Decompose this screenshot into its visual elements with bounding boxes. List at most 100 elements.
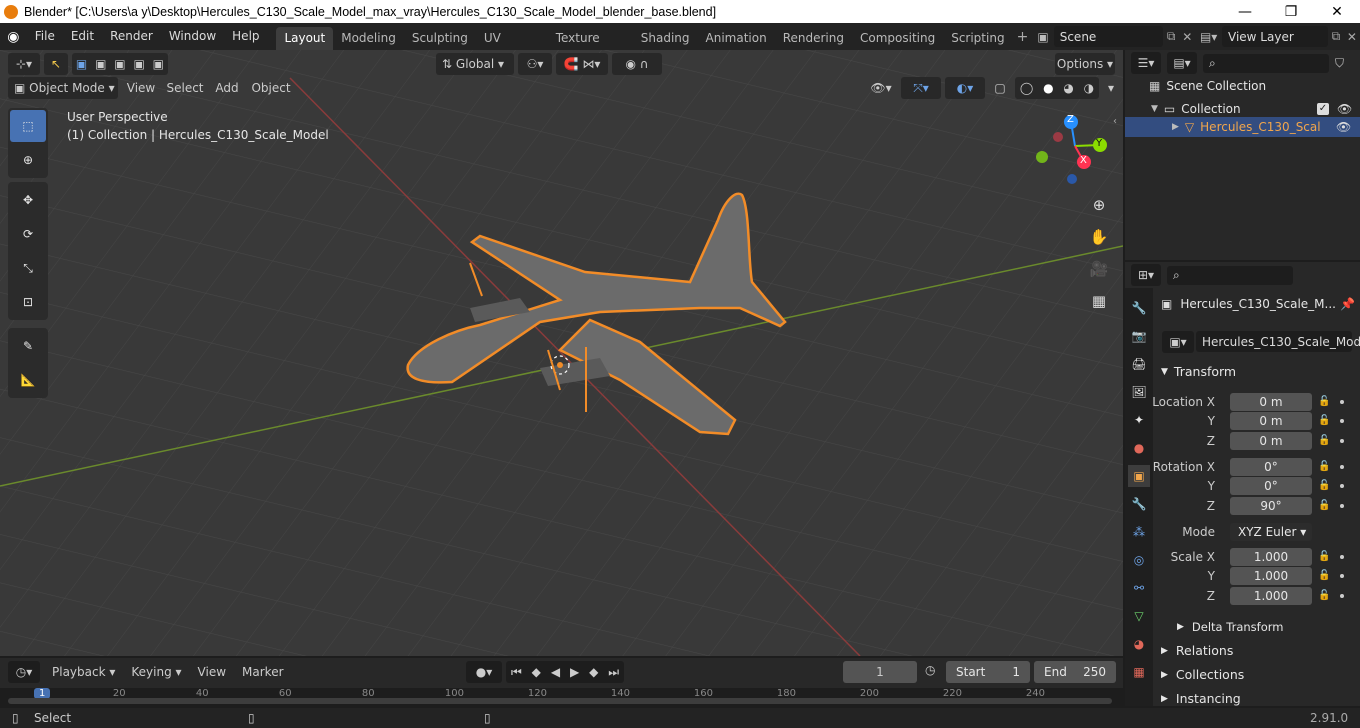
- scale-z-field[interactable]: 1.000: [1230, 587, 1312, 605]
- add-workspace-icon[interactable]: +: [1017, 29, 1029, 45]
- delta-transform-subpanel[interactable]: ▶ Delta Transform: [1177, 620, 1283, 634]
- tab-compositing[interactable]: Compositing: [852, 27, 943, 50]
- auto-keying-icon[interactable]: ●▾: [466, 661, 502, 683]
- material-tab-icon[interactable]: ◕: [1128, 633, 1150, 655]
- output-tab-icon[interactable]: 🖨: [1128, 353, 1150, 375]
- wireframe-shading-icon[interactable]: ◯: [1020, 81, 1033, 95]
- pan-hand-icon[interactable]: ✋: [1086, 224, 1112, 250]
- delete-scene-icon[interactable]: ✕: [1179, 30, 1195, 44]
- solid-shading-icon[interactable]: ●: [1043, 81, 1053, 95]
- tool-tab-icon[interactable]: 🔧: [1128, 297, 1150, 319]
- scene-browse-icon[interactable]: ▣: [1032, 26, 1053, 47]
- display-mode-icon[interactable]: ▤▾: [1167, 52, 1197, 74]
- menu-view[interactable]: View: [122, 77, 160, 99]
- keyframe-dot[interactable]: [1340, 555, 1344, 559]
- object-browse-icon[interactable]: ▣▾: [1162, 331, 1194, 353]
- proportional-edit-icon[interactable]: ◉ ∩: [612, 53, 662, 75]
- rotation-z-field[interactable]: 90°: [1230, 497, 1312, 515]
- keyframe-dot[interactable]: [1340, 439, 1344, 443]
- cursor-tool-icon[interactable]: ⊕: [10, 144, 46, 176]
- instancing-panel-header[interactable]: ▶ Instancing: [1161, 691, 1241, 706]
- close-button[interactable]: ✕: [1314, 0, 1360, 23]
- lock-icon[interactable]: 🔓: [1318, 415, 1332, 427]
- keying-menu[interactable]: Keying ▾: [127, 661, 185, 683]
- scene-selector[interactable]: Scene: [1053, 26, 1164, 47]
- menu-select[interactable]: Select: [164, 77, 206, 99]
- select-extend-icon[interactable]: ▣: [95, 57, 106, 71]
- collections-panel-header[interactable]: ▶ Collections: [1161, 667, 1244, 682]
- keyframe-dot[interactable]: [1340, 574, 1344, 578]
- blender-menu-icon[interactable]: ◉: [0, 29, 27, 45]
- keyframe-dot[interactable]: [1340, 400, 1344, 404]
- tab-uv-editing[interactable]: UV Editing: [476, 27, 548, 68]
- measure-tool-icon[interactable]: 📐: [10, 364, 46, 396]
- menu-add[interactable]: Add: [210, 77, 244, 99]
- tab-rendering[interactable]: Rendering: [775, 27, 852, 50]
- new-view-layer-icon[interactable]: ⧉: [1328, 29, 1344, 44]
- jump-end-icon[interactable]: ⏭: [608, 665, 619, 680]
- next-keyframe-icon[interactable]: ◆: [589, 665, 598, 679]
- options-dropdown[interactable]: Options ▾: [1055, 53, 1115, 75]
- xray-icon[interactable]: ▢: [989, 77, 1011, 99]
- view-layer-browse-icon[interactable]: ▤▾: [1195, 30, 1222, 44]
- marker-menu[interactable]: Marker: [238, 661, 287, 683]
- navigation-gizmo[interactable]: Z Y X: [1030, 112, 1118, 192]
- timeline-editor-type-icon[interactable]: ◷▾: [8, 661, 40, 683]
- keyframe-dot[interactable]: [1340, 465, 1344, 469]
- maximize-button[interactable]: ❐: [1268, 0, 1314, 23]
- ortho-grid-icon[interactable]: ▦: [1086, 288, 1112, 314]
- annotate-tool-icon[interactable]: ✎: [10, 330, 46, 362]
- mode-dropdown[interactable]: ▣ Object Mode ▾: [8, 77, 118, 99]
- menu-object[interactable]: Object: [248, 77, 294, 99]
- play-reverse-icon[interactable]: ◀: [551, 665, 560, 679]
- scale-y-field[interactable]: 1.000: [1230, 567, 1312, 585]
- shading-options-icon[interactable]: ▾: [1103, 77, 1119, 99]
- lock-icon[interactable]: 🔓: [1318, 480, 1332, 492]
- expand-arrow-icon[interactable]: ▶: [1172, 122, 1179, 132]
- keyframe-dot[interactable]: [1340, 419, 1344, 423]
- tab-modeling[interactable]: Modeling: [333, 27, 404, 50]
- select-intersect-icon[interactable]: ▣: [153, 57, 164, 71]
- snap-icon[interactable]: 🧲 ⋈▾: [556, 53, 608, 75]
- timeline-view-menu[interactable]: View: [194, 661, 230, 683]
- tab-texture-paint[interactable]: Texture Paint: [548, 27, 633, 68]
- lock-icon[interactable]: 🔓: [1318, 590, 1332, 602]
- data-tab-icon[interactable]: ▽: [1128, 605, 1150, 627]
- rotation-x-field[interactable]: 0°: [1230, 458, 1312, 476]
- visibility-icon[interactable]: 👁▾: [865, 77, 897, 99]
- delete-view-layer-icon[interactable]: ✕: [1344, 30, 1360, 44]
- lock-icon[interactable]: 🔓: [1318, 551, 1332, 563]
- camera-view-icon[interactable]: 🎥: [1086, 256, 1112, 282]
- lock-icon[interactable]: 🔓: [1318, 570, 1332, 582]
- keyframe-dot[interactable]: [1340, 594, 1344, 598]
- clock-icon[interactable]: ◷: [925, 663, 935, 677]
- location-z-field[interactable]: 0 m: [1230, 432, 1312, 450]
- pin-icon[interactable]: 📌: [1340, 297, 1355, 311]
- outliner-editor-type-icon[interactable]: ☰▾: [1131, 52, 1161, 74]
- orientation-dropdown[interactable]: ⇅ Global ▾: [436, 53, 514, 75]
- outliner-row-collection[interactable]: ▼ ▭ Collection ✓ 👁: [1151, 99, 1360, 119]
- playback-menu[interactable]: Playback ▾: [48, 661, 119, 683]
- outliner-search-input[interactable]: ⌕: [1203, 53, 1329, 73]
- rotate-tool-icon[interactable]: ⟳: [10, 218, 46, 250]
- keyframe-dot[interactable]: [1340, 484, 1344, 488]
- 3d-viewport[interactable]: ⊹▾ ↖ ▣ ▣ ▣ ▣ ▣ ⇅ Global ▾ ⚇▾ 🧲 ⋈▾ ◉ ∩ Option…: [0, 50, 1123, 656]
- minimize-button[interactable]: —: [1222, 0, 1268, 23]
- filter-icon[interactable]: ⛉: [1335, 56, 1344, 71]
- zoom-icon[interactable]: ⊕: [1086, 192, 1112, 218]
- current-frame-field[interactable]: 1: [843, 661, 917, 683]
- rotation-mode-dropdown[interactable]: XYZ Euler ▾: [1230, 523, 1312, 541]
- shading-mode-icons[interactable]: ◯ ● ◕ ◑: [1015, 77, 1099, 99]
- rendered-shading-icon[interactable]: ◑: [1084, 81, 1094, 95]
- menu-window[interactable]: Window: [161, 23, 224, 50]
- tab-scripting[interactable]: Scripting: [943, 27, 1012, 50]
- editor-type-icon[interactable]: ⊹▾: [8, 53, 40, 75]
- pivot-icon[interactable]: ⚇▾: [518, 53, 552, 75]
- rotation-y-field[interactable]: 0°: [1230, 477, 1312, 495]
- lock-icon[interactable]: 🔓: [1318, 435, 1332, 447]
- tab-animation[interactable]: Animation: [698, 27, 775, 50]
- play-icon[interactable]: ▶: [570, 665, 579, 679]
- select-mode-icons[interactable]: ▣ ▣ ▣ ▣ ▣: [72, 53, 168, 75]
- select-box-tool-icon[interactable]: ⬚: [10, 110, 46, 142]
- overlay-toggle-icon[interactable]: ◐▾: [945, 77, 985, 99]
